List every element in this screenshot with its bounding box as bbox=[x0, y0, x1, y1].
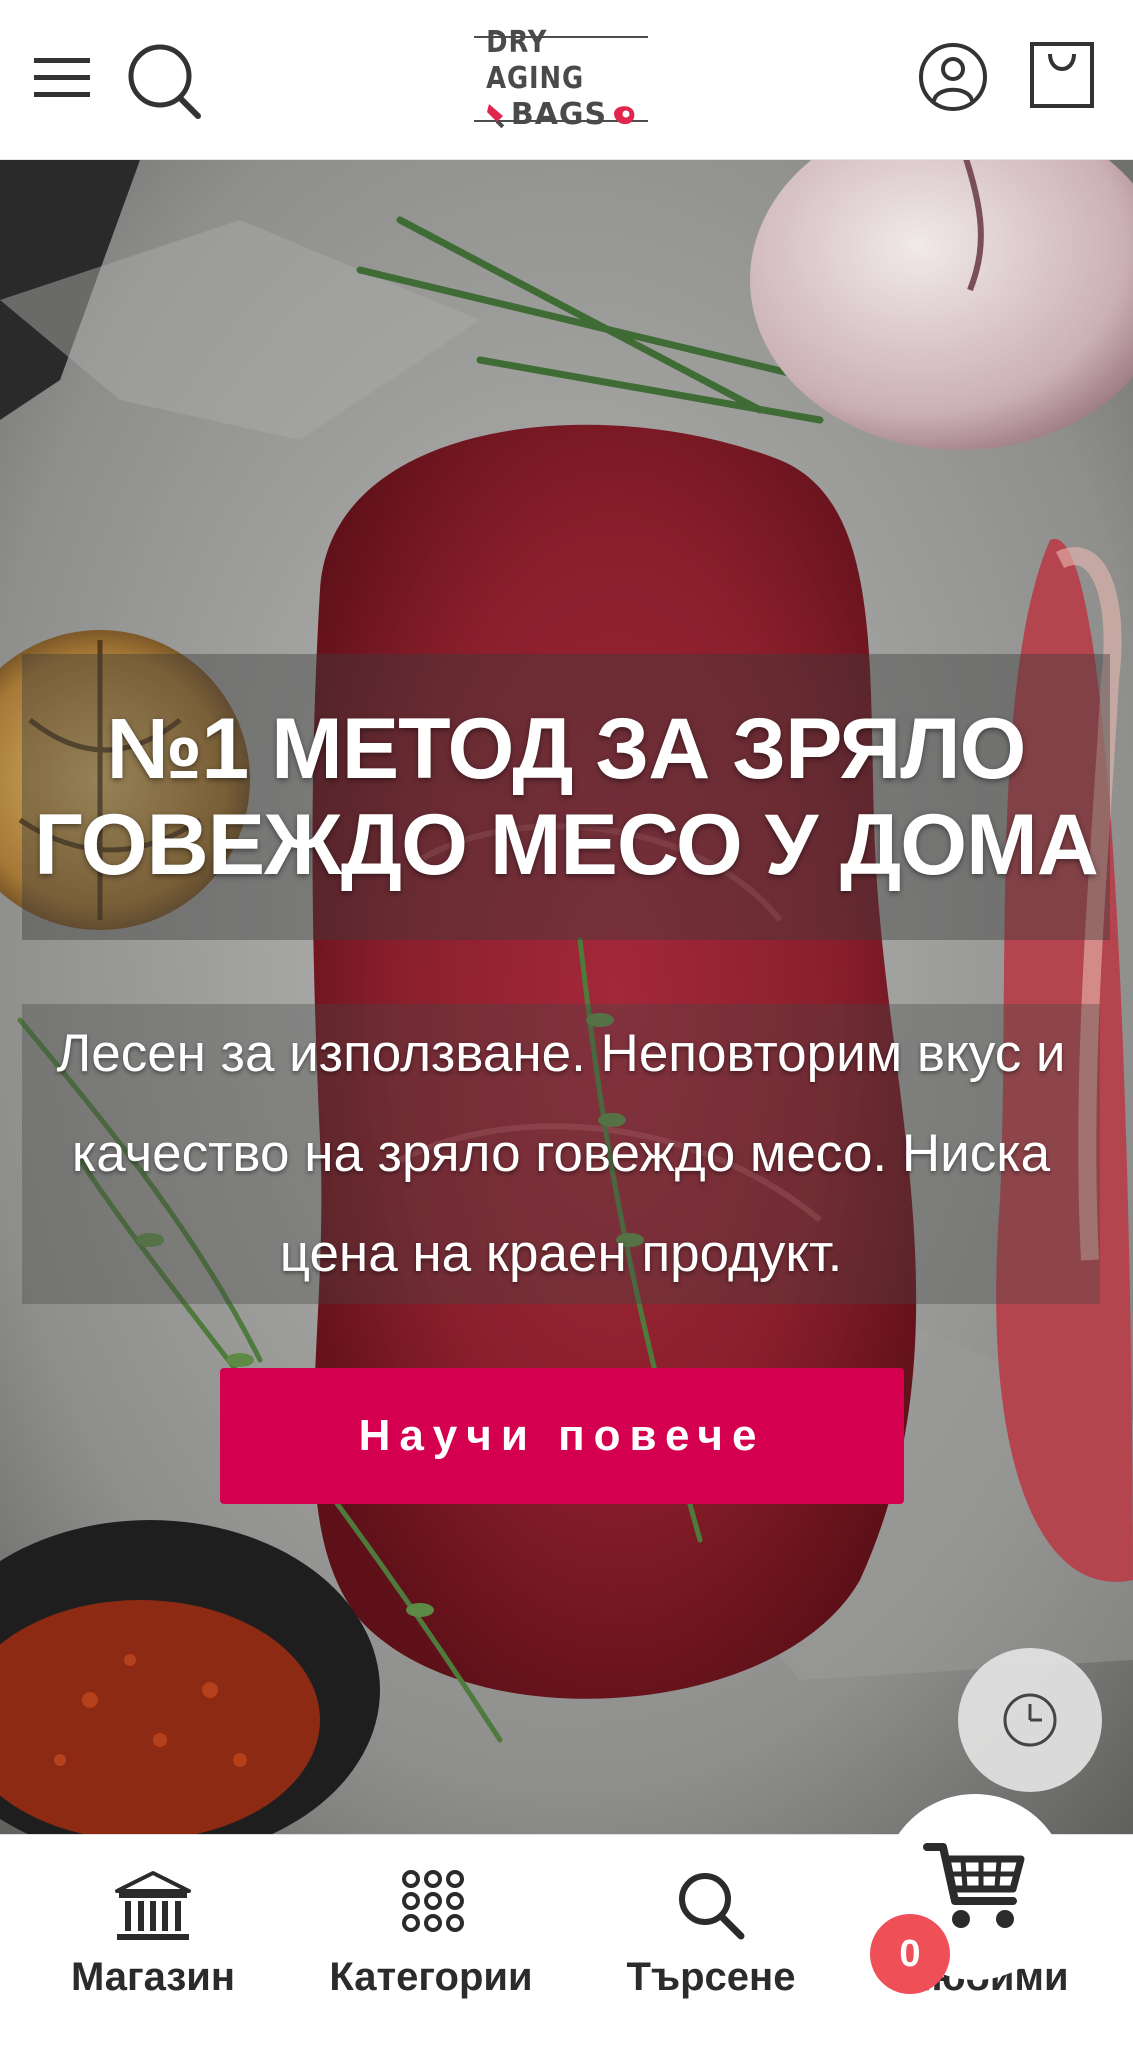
hero-background-image bbox=[0, 160, 1133, 1834]
header-cart-button[interactable] bbox=[1026, 34, 1098, 114]
learn-more-button[interactable]: Научи повече bbox=[220, 1368, 904, 1504]
recently-viewed-button[interactable] bbox=[958, 1648, 1102, 1792]
logo-text-bottom-row: BAGS bbox=[485, 97, 637, 133]
nav-item-search[interactable]: Търсене bbox=[571, 1835, 851, 2048]
grid-icon bbox=[402, 1870, 464, 1932]
logo-text-bags: BAGS bbox=[510, 97, 608, 132]
bag-icon bbox=[1030, 42, 1094, 108]
hero-subtitle: Лесен за използване. Неповторим вкус и к… bbox=[56, 1024, 1066, 1283]
hamburger-icon bbox=[34, 58, 90, 97]
cleaver-icon bbox=[486, 104, 505, 128]
nav-label-categories: Категории bbox=[329, 1955, 533, 1999]
shopping-cart-icon bbox=[923, 1843, 1025, 1928]
search-icon bbox=[679, 1873, 745, 1940]
nav-item-categories[interactable]: Категории bbox=[291, 1835, 571, 2048]
menu-button[interactable] bbox=[30, 48, 96, 108]
nav-label-shop: Магазин bbox=[70, 1955, 236, 1999]
brand-logo[interactable]: DRY AGING BAGS bbox=[474, 25, 648, 132]
search-icon bbox=[128, 44, 201, 119]
header-search-button[interactable] bbox=[122, 38, 210, 126]
user-icon bbox=[919, 43, 987, 111]
clock-icon bbox=[1003, 1693, 1057, 1747]
hero-banner: №1 МЕТОД ЗА ЗРЯЛО ГОВЕЖДО МЕСО У ДОМА Ле… bbox=[0, 160, 1133, 1834]
bank-icon bbox=[115, 1871, 191, 1940]
account-button[interactable] bbox=[914, 38, 992, 116]
nav-label-search: Търсене bbox=[626, 1955, 796, 1999]
nav-item-shop[interactable]: Магазин bbox=[13, 1835, 293, 2048]
logo-text-top: DRY AGING bbox=[486, 25, 585, 96]
steak-icon bbox=[614, 106, 635, 125]
cart-count-badge: 0 bbox=[870, 1914, 950, 1994]
top-header: DRY AGING BAGS bbox=[0, 0, 1133, 160]
hero-title: №1 МЕТОД ЗА ЗРЯЛО ГОВЕЖДО МЕСО У ДОМА bbox=[34, 701, 1099, 893]
